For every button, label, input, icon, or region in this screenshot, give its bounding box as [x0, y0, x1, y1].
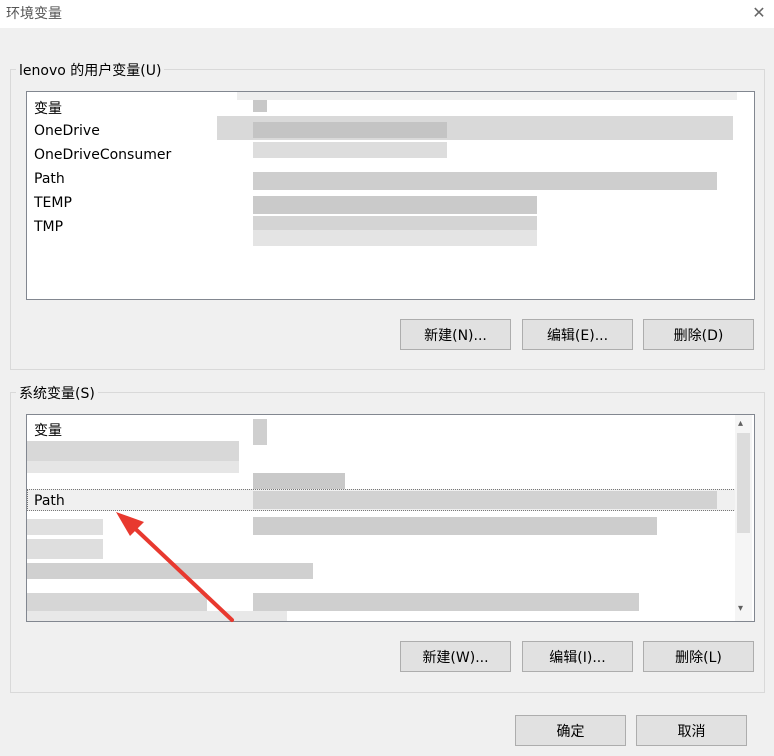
annotation-arrow-icon — [116, 512, 234, 622]
